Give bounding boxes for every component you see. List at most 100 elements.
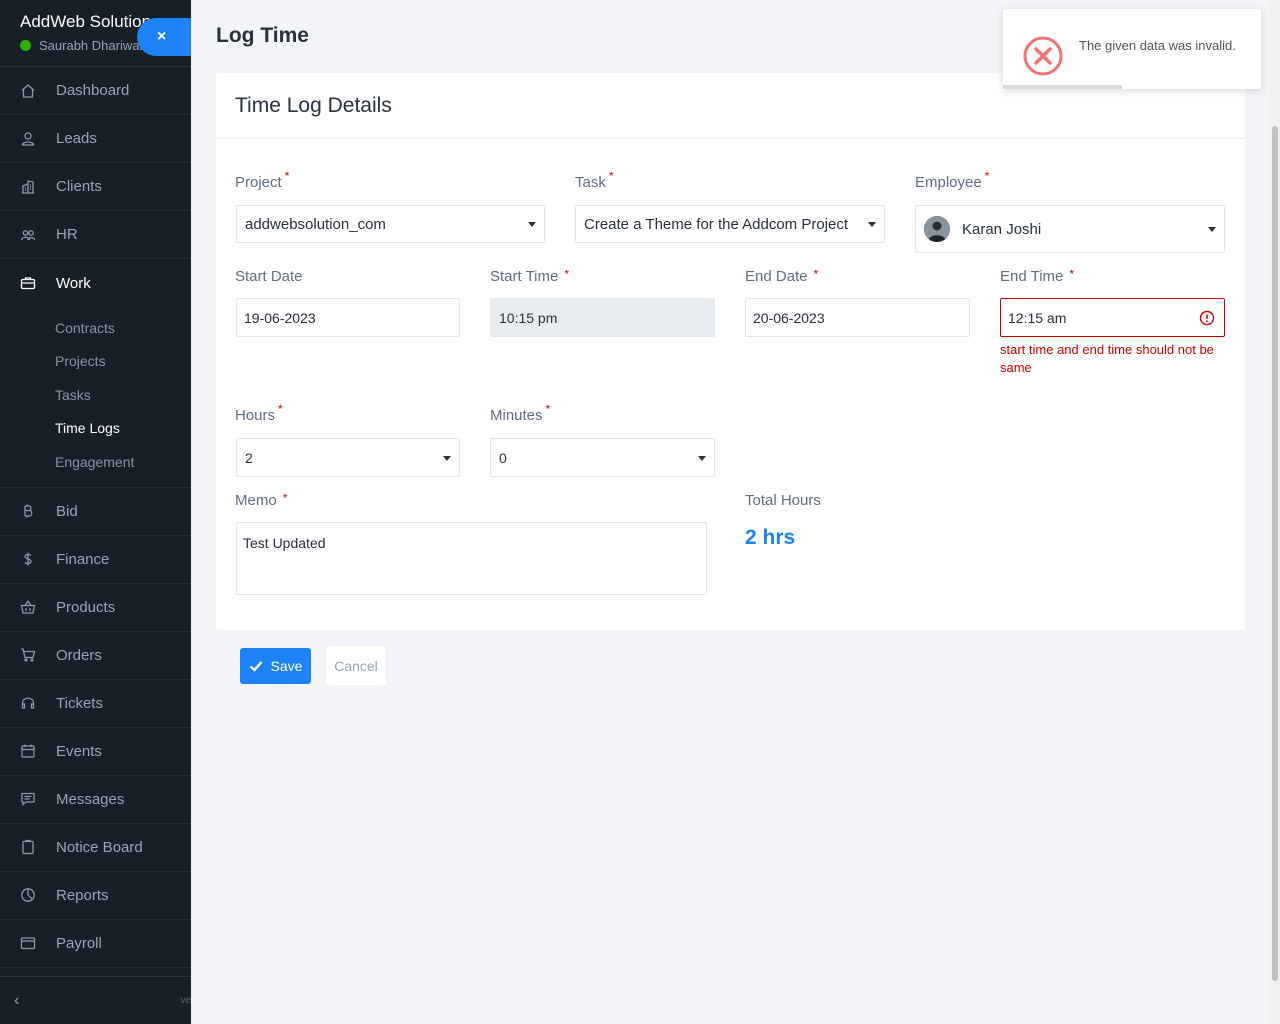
sidebar-item-label: Clients [56,178,102,195]
chevron-down-icon [868,222,876,227]
page-title: Log Time [216,24,309,47]
submenu-item-projects[interactable]: Projects [0,345,191,379]
vertical-scrollbar[interactable] [1270,0,1280,1024]
project-label-text: Project [235,174,282,191]
sidebar-item-orders[interactable]: Orders [0,632,191,680]
error-icon [1199,310,1215,325]
sidebar-item-dashboard[interactable]: Dashboard [0,67,191,115]
employee-label: Employee * [915,169,989,191]
sidebar-item-label: Messages [56,790,125,808]
sidebar-item-label: Finance [56,550,110,568]
error-toast[interactable]: The given data was invalid. [1003,9,1261,89]
sidebar-item-clients[interactable]: Clients [0,163,191,211]
start-time-label: Start Time * [490,267,570,285]
minutes-label: Minutes * [490,402,550,424]
sidebar-item-label: HR [56,226,78,243]
sidebar-item-leads[interactable]: Leads [0,115,191,163]
sidebar-item-reports[interactable]: Reports [0,872,191,920]
sidebar-footer: ‹ ve [0,976,191,1024]
total-hours-value: 2 hrs [745,526,796,549]
required-mark: * [984,169,990,183]
sidebar-item-label: Orders [56,646,102,664]
minutes-select[interactable]: 0 [490,438,715,477]
save-button[interactable]: Save [240,648,311,684]
wallet-icon [19,934,37,952]
basket-icon [19,598,37,616]
start-date-value: 19-06-2023 [244,309,316,326]
end-time-error-message: start time and end time should not be sa… [1000,342,1214,375]
memo-value: Test Updated [243,535,326,551]
clipboard-icon [19,838,37,856]
sidebar-item-work[interactable]: Work [0,259,191,307]
required-mark: * [564,267,570,281]
sidebar-item-notice-board[interactable]: Notice Board [0,824,191,872]
sidebar-item-label: Reports [56,886,109,904]
sidebar-item-products[interactable]: Products [0,584,191,632]
required-mark: * [278,402,283,416]
sidebar-item-payroll[interactable]: Payroll [0,920,191,968]
task-label: Task * [575,169,614,191]
required-mark: * [1069,267,1075,281]
sidebar-item-tickets[interactable]: Tickets [0,680,191,728]
project-label: Project * [235,169,289,191]
required-mark: * [545,402,551,416]
person-icon [19,130,37,148]
hours-select[interactable]: 2 [236,438,460,477]
toast-progress-bar [1003,85,1122,89]
dollar-icon [19,550,37,568]
end-date-label: End Date * [745,267,819,285]
minutes-label-text: Minutes [490,407,543,424]
start-date-label: Start Date [235,268,303,285]
sidebar: AddWeb Solution Saurabh Dhariwal × Dashb… [0,0,191,1024]
submenu-item-tasks[interactable]: Tasks [0,378,191,412]
end-time-label-text: End Time [1000,268,1064,285]
submenu-item-engagement[interactable]: Engagement [0,445,191,479]
start-date-input[interactable]: 19-06-2023 [236,298,460,337]
sidebar-item-label: Bid [56,502,78,520]
sidebar-item-label: Tickets [56,694,103,712]
collapse-sidebar-icon[interactable]: ‹ [14,992,19,1010]
calendar-icon [19,742,37,760]
save-button-label: Save [270,658,303,674]
employee-select[interactable]: Karan Joshi [915,205,1225,253]
close-sidebar-button[interactable]: × [137,18,191,56]
sidebar-item-events[interactable]: Events [0,728,191,776]
start-time-label-text: Start Time [490,268,559,285]
total-hours-label: Total Hours [745,492,821,509]
sidebar-item-label: Leads [56,130,97,147]
sidebar-item-finance[interactable]: Finance [0,536,191,584]
sidebar-item-messages[interactable]: Messages [0,776,191,824]
project-select-value: addwebsolution_com [245,215,386,233]
hours-select-value: 2 [245,449,253,466]
required-mark: * [284,169,290,183]
end-time-label: End Time * [1000,267,1075,285]
check-icon [249,661,262,672]
time-log-card: Time Log Details Project * addwebsolution… [216,73,1245,630]
scrollbar-thumb[interactable] [1272,126,1278,981]
sidebar-item-hr[interactable]: HR [0,211,191,259]
project-select[interactable]: addwebsolution_com [236,205,545,243]
sidebar-item-bid[interactable]: Bid [0,488,191,536]
chevron-down-icon [698,455,706,461]
task-select[interactable]: Create a Theme for the Addcom Project [575,205,885,243]
required-mark: * [813,267,819,281]
end-time-input[interactable]: 12:15 am [1000,298,1225,337]
headset-icon [19,694,37,712]
submenu-item-time-logs[interactable]: Time Logs [0,412,191,446]
start-time-value: 10:15 pm [499,309,558,326]
hours-label: Hours * [235,402,283,424]
employee-select-value: Karan Joshi [962,220,1042,238]
main-content: Log Time Time Log Details Project * addwe… [191,0,1280,1024]
end-date-label-text: End Date [745,268,808,285]
online-status-icon [20,40,31,51]
submenu-item-contracts[interactable]: Contracts [0,311,191,345]
start-time-input[interactable]: 10:15 pm [490,298,715,337]
sidebar-item-label: Dashboard [56,82,130,99]
memo-textarea[interactable]: Test Updated [236,522,707,595]
minutes-select-value: 0 [499,449,507,466]
house-icon [19,82,37,100]
cancel-button[interactable]: Cancel [326,646,386,685]
chevron-down-icon [528,222,536,227]
end-date-input[interactable]: 20-06-2023 [745,298,970,337]
avatar [924,216,950,242]
